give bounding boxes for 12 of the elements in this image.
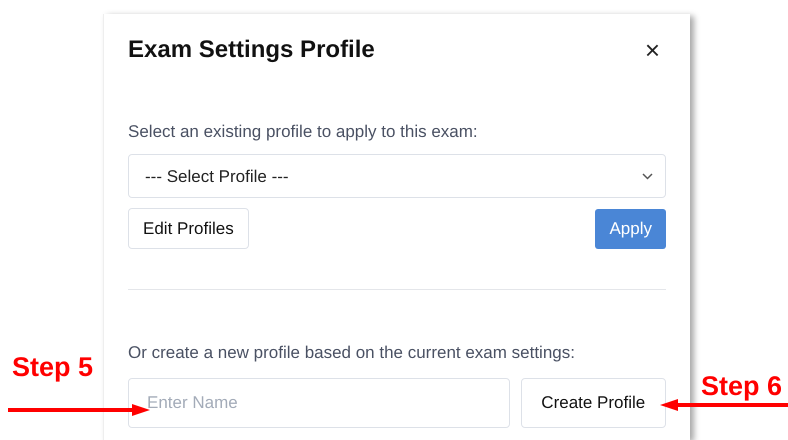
- create-label: Or create a new profile based on the current exam settings:: [128, 342, 576, 364]
- profile-select[interactable]: --- Select Profile ---: [128, 154, 666, 198]
- close-button[interactable]: ×: [638, 37, 666, 64]
- chevron-down-icon: [642, 172, 653, 180]
- name-input-field[interactable]: Enter Name: [128, 378, 510, 428]
- edit-profiles-button[interactable]: Edit Profiles: [128, 208, 249, 250]
- step-annotation: Step 5: [12, 354, 94, 381]
- step-annotation: Step 6: [701, 373, 782, 400]
- apply-button[interactable]: Apply: [595, 208, 666, 249]
- select-label: Select an existing profile to apply to this exam:: [128, 120, 479, 143]
- dialog-title: Exam Settings Profile: [128, 36, 375, 65]
- create-profile-button[interactable]: Create Profile: [520, 378, 666, 428]
